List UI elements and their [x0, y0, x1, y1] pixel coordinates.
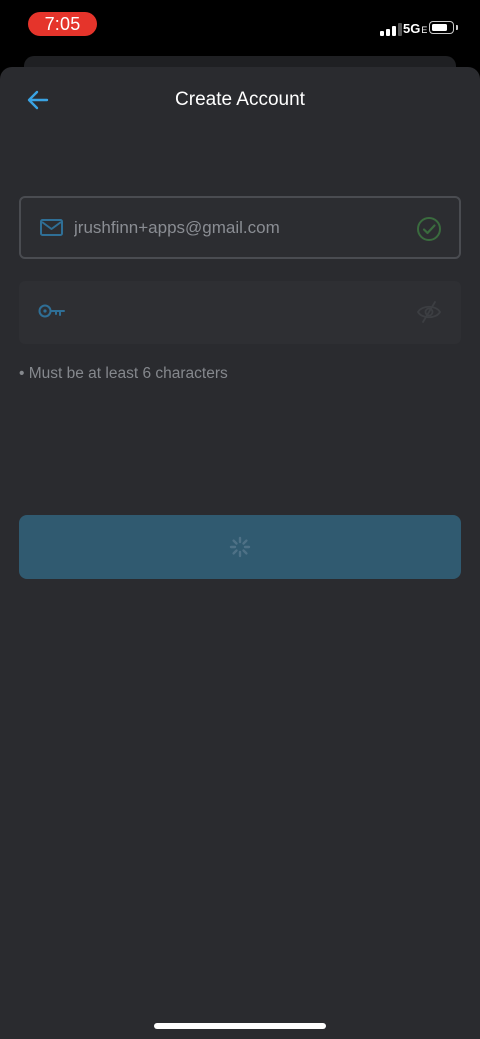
mail-icon [40, 219, 63, 236]
network-indicator: 5GE [403, 21, 427, 38]
email-field[interactable] [19, 196, 461, 259]
eye-off-icon [416, 301, 442, 323]
battery-cap [456, 25, 458, 30]
password-input[interactable] [72, 299, 402, 323]
password-requirement-hint: • Must be at least 6 characters [19, 365, 228, 382]
status-time: 7:05 [28, 12, 97, 36]
battery-icon [429, 21, 454, 34]
key-icon [38, 304, 65, 318]
status-bar: 7:05 5GE [0, 0, 480, 50]
network-type: 5G [403, 21, 421, 36]
check-circle-icon [417, 217, 441, 241]
create-account-button[interactable] [19, 515, 461, 579]
screen: 7:05 5GE Create Account jrushfinn+apps@g… [0, 0, 480, 1039]
signal-strength-icon [380, 22, 402, 36]
nav-bar: Create Account [0, 67, 480, 131]
create-account-sheet: Create Account jrushfinn+apps@gmail.com … [0, 67, 480, 1039]
page-title: Create Account [175, 89, 305, 110]
password-visibility-toggle[interactable] [416, 299, 442, 325]
password-field[interactable] [19, 281, 461, 344]
email-input[interactable] [74, 216, 404, 240]
home-indicator[interactable] [154, 1023, 326, 1029]
network-suffix: E [421, 25, 428, 35]
spinner-icon [229, 536, 251, 558]
